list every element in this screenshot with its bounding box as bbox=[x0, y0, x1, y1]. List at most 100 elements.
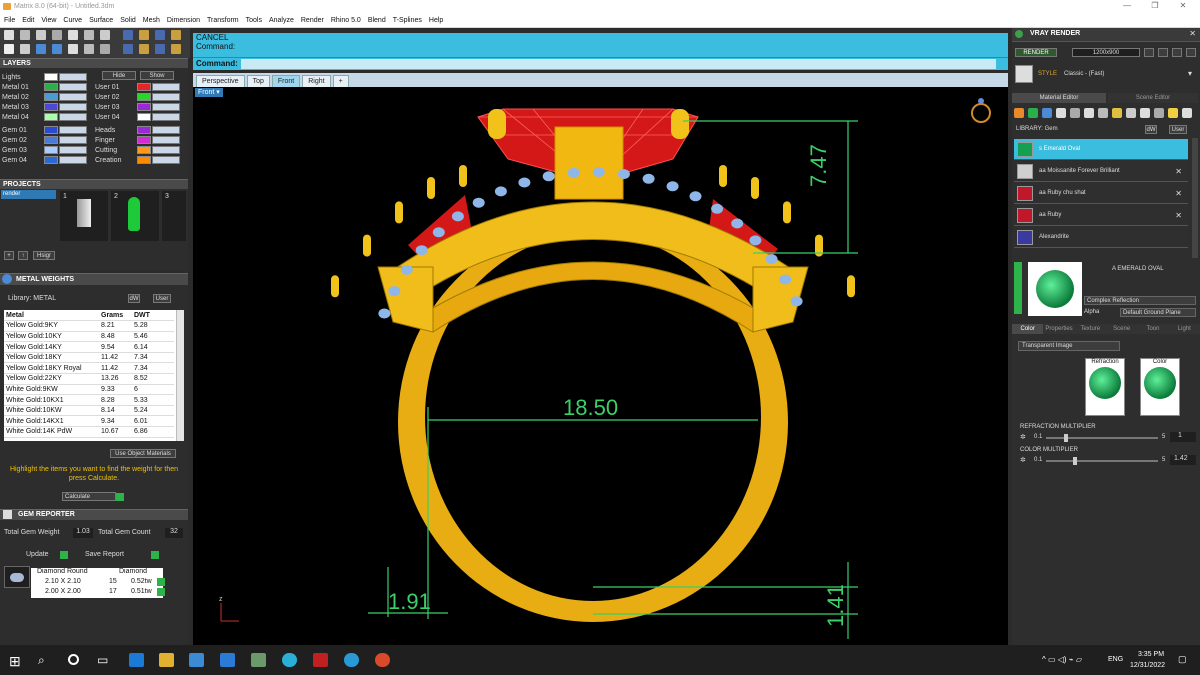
table-row[interactable]: White Gold:10KW 8.14 5.24 bbox=[4, 405, 174, 417]
cortana-icon[interactable] bbox=[68, 654, 79, 665]
tool-icon[interactable] bbox=[155, 30, 165, 40]
viewport-label[interactable]: Front ▾ bbox=[195, 88, 223, 97]
tool-icon[interactable] bbox=[123, 44, 133, 54]
settings-icon[interactable] bbox=[1158, 48, 1168, 57]
layer-row-extra[interactable]: Heads bbox=[95, 126, 183, 135]
menu-file[interactable]: File bbox=[4, 17, 15, 24]
layer-toggles[interactable] bbox=[59, 126, 87, 134]
tool-icon[interactable] bbox=[52, 30, 62, 40]
clock-date[interactable]: 12/31/2022 bbox=[1130, 662, 1165, 669]
edge-icon[interactable] bbox=[129, 653, 144, 667]
remove-icon[interactable]: ✕ bbox=[1175, 161, 1182, 182]
table-row[interactable]: Yellow Gold:22KY 13.26 8.52 bbox=[4, 373, 174, 385]
layer-row[interactable]: Lights bbox=[2, 73, 90, 82]
material-tool-icon[interactable] bbox=[1126, 108, 1136, 118]
table-row[interactable]: Yellow Gold:14KY 9.54 6.14 bbox=[4, 341, 174, 353]
store-icon[interactable] bbox=[189, 653, 204, 667]
material-sub-tab[interactable]: Properties bbox=[1043, 324, 1075, 334]
layer-color-swatch[interactable] bbox=[44, 93, 58, 101]
project-thumb-2[interactable]: 2 bbox=[111, 191, 159, 241]
layer-toggles[interactable] bbox=[59, 136, 87, 144]
calculate-button[interactable]: Calculate bbox=[62, 492, 116, 501]
tool-icon[interactable] bbox=[171, 30, 181, 40]
render-button[interactable]: RENDER bbox=[1015, 48, 1057, 57]
gear-icon[interactable]: ✲ bbox=[1020, 456, 1026, 464]
preview-toggle[interactable] bbox=[1014, 262, 1022, 314]
remove-icon[interactable]: ✕ bbox=[1175, 205, 1182, 226]
material-tool-icon[interactable] bbox=[1028, 108, 1038, 118]
layer-color-swatch[interactable] bbox=[137, 113, 151, 121]
layer-row[interactable]: Metal 03 bbox=[2, 103, 90, 112]
tool-icon[interactable] bbox=[84, 44, 94, 54]
layer-color-swatch[interactable] bbox=[44, 83, 58, 91]
table-row[interactable]: Yellow Gold:18KY 11.42 7.34 bbox=[4, 352, 174, 364]
user-toggle[interactable]: User bbox=[1169, 125, 1187, 134]
tab-add[interactable]: + bbox=[332, 75, 349, 87]
tool-icon[interactable] bbox=[4, 44, 14, 54]
transparent-image-select[interactable]: Transparent Image bbox=[1018, 341, 1120, 351]
tool-icon[interactable] bbox=[100, 44, 110, 54]
menu-transform[interactable]: Transform bbox=[207, 17, 239, 24]
layer-toggles[interactable] bbox=[152, 93, 180, 101]
layer-color-swatch[interactable] bbox=[44, 136, 58, 144]
layer-row-gem[interactable]: Gem 04 bbox=[2, 156, 90, 165]
dw-toggle[interactable]: dW bbox=[128, 294, 140, 303]
window-icon[interactable] bbox=[1172, 48, 1182, 57]
layer-toggles[interactable] bbox=[59, 113, 87, 121]
material-sub-tab[interactable]: Scene bbox=[1105, 324, 1138, 334]
library-item[interactable]: aa Moissanite Forever Brilliant ✕ bbox=[1014, 161, 1188, 182]
layer-toggles[interactable] bbox=[152, 156, 180, 164]
calculate-go-icon[interactable] bbox=[116, 493, 124, 501]
layer-row-user[interactable]: User 01 bbox=[95, 83, 183, 92]
material-tool-icon[interactable] bbox=[1084, 108, 1094, 118]
tool-icon[interactable] bbox=[123, 30, 133, 40]
command-input[interactable] bbox=[241, 59, 996, 69]
layer-toggles[interactable] bbox=[59, 103, 87, 111]
layer-toggles[interactable] bbox=[59, 73, 87, 81]
layer-toggles[interactable] bbox=[59, 146, 87, 154]
layer-toggles[interactable] bbox=[152, 83, 180, 91]
chrome-icon[interactable] bbox=[375, 653, 390, 667]
material-sub-tab[interactable]: Color bbox=[1012, 324, 1044, 334]
task-view-icon[interactable]: ▭ bbox=[97, 653, 108, 667]
layer-color-swatch[interactable] bbox=[137, 93, 151, 101]
table-row[interactable]: Yellow Gold:9KY 8.21 5.28 bbox=[4, 320, 174, 332]
use-object-materials-button[interactable]: Use Object Materials bbox=[110, 449, 176, 458]
table-row[interactable]: Yellow Gold:10KY 8.48 5.46 bbox=[4, 331, 174, 343]
add-icon[interactable]: + bbox=[4, 251, 14, 260]
layer-row[interactable]: Metal 01 bbox=[2, 83, 90, 92]
menu-view[interactable]: View bbox=[41, 17, 56, 24]
refraction-value[interactable]: 1 bbox=[1170, 432, 1196, 442]
project-thumb-3[interactable]: 3 bbox=[162, 191, 186, 241]
layer-color-swatch[interactable] bbox=[44, 126, 58, 134]
style-value[interactable]: Classic - (Fast) bbox=[1064, 71, 1104, 77]
tool-icon[interactable] bbox=[84, 30, 94, 40]
table-row[interactable]: Yellow Gold:18KY Royal 11.42 7.34 bbox=[4, 362, 174, 375]
tool-icon[interactable] bbox=[36, 30, 46, 40]
maximize-button[interactable]: ❐ bbox=[1141, 0, 1169, 13]
file-explorer-icon[interactable] bbox=[159, 653, 174, 667]
material-tool-icon[interactable] bbox=[1112, 108, 1122, 118]
resolution-field[interactable]: 1200x900 bbox=[1072, 48, 1140, 57]
menu-help[interactable]: Help bbox=[429, 17, 443, 24]
layer-color-swatch[interactable] bbox=[44, 146, 58, 154]
material-tool-icon[interactable] bbox=[1042, 108, 1052, 118]
table-row[interactable]: White Gold:14K PdW 10.67 6.86 bbox=[4, 426, 174, 438]
layer-row-extra[interactable]: Creation bbox=[95, 156, 183, 165]
menu-surface[interactable]: Surface bbox=[89, 17, 113, 24]
tray-icons[interactable]: ^ ▭ ◁) ⌁ ▱ bbox=[1042, 655, 1082, 664]
tool-icon[interactable] bbox=[139, 30, 149, 40]
tool-icon[interactable] bbox=[68, 30, 78, 40]
table-row[interactable]: White Gold:14KX1 9.34 6.01 bbox=[4, 415, 174, 428]
material-sub-tab[interactable]: Light bbox=[1168, 324, 1200, 334]
color-value[interactable]: 1.42 bbox=[1170, 455, 1196, 465]
update-go-icon[interactable] bbox=[60, 551, 68, 559]
tool-icon[interactable] bbox=[4, 30, 14, 40]
tool-icon[interactable] bbox=[36, 44, 46, 54]
tool-icon[interactable] bbox=[52, 44, 62, 54]
layer-color-swatch[interactable] bbox=[137, 146, 151, 154]
library-item[interactable]: aa Ruby ✕ bbox=[1014, 205, 1188, 226]
gem-row-go-icon[interactable] bbox=[157, 578, 165, 586]
project-item-render[interactable]: render bbox=[1, 190, 56, 199]
material-tool-icon[interactable] bbox=[1140, 108, 1150, 118]
